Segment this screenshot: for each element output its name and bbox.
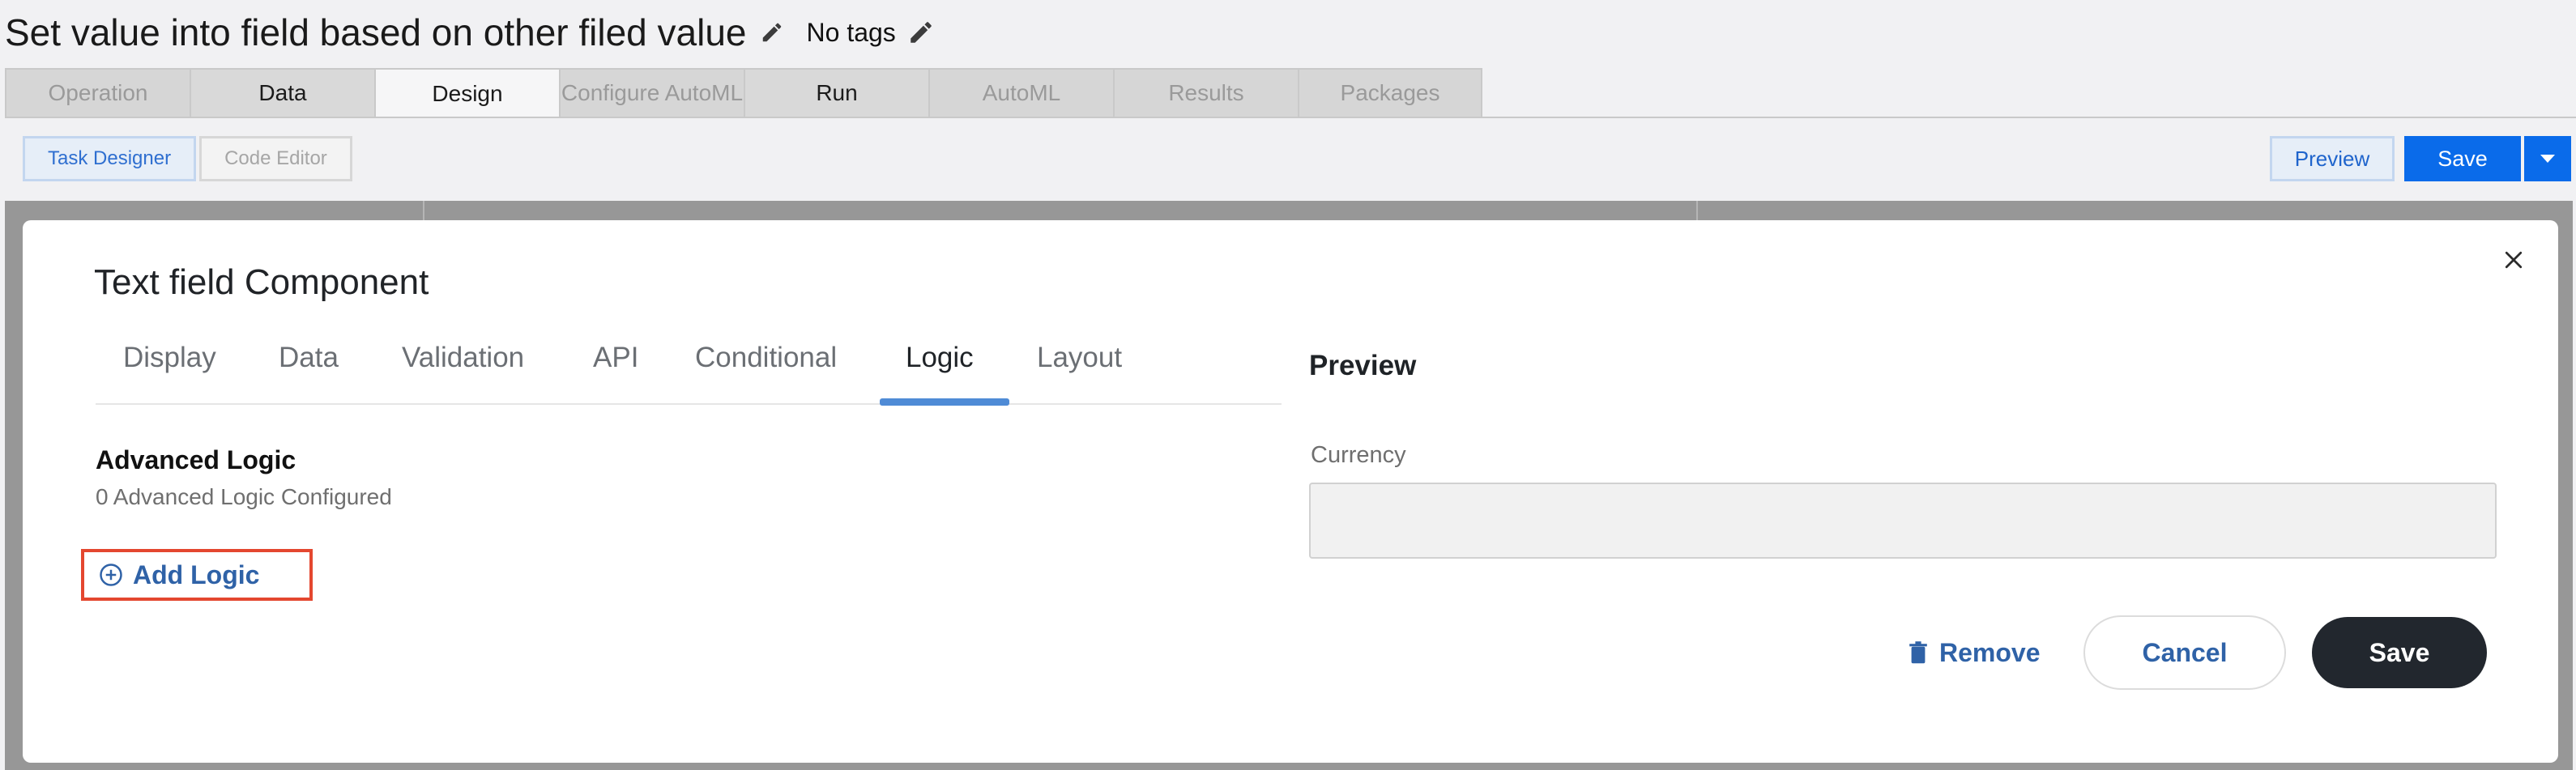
modal-title: Text field Component [94, 262, 429, 302]
preview-button[interactable]: Preview [2270, 136, 2395, 181]
designer-mode-toggle: Task Designer Code Editor [23, 136, 352, 181]
tab-operation: Operation [5, 68, 190, 118]
backdrop-divider [423, 201, 424, 220]
tabs-divider [5, 117, 2576, 118]
backdrop-divider [1696, 201, 1698, 220]
chevron-down-icon [2540, 155, 2555, 163]
tabs-divider [96, 403, 1282, 405]
trash-icon [1909, 640, 1928, 665]
main-tabs: Operation Data Design Configure AutoML R… [5, 68, 1482, 118]
tab-results: Results [1113, 68, 1298, 118]
close-icon[interactable] [2501, 248, 2526, 272]
tab-layout[interactable]: Layout [1037, 342, 1122, 374]
tab-automl: AutoML [928, 68, 1113, 118]
remove-button[interactable]: Remove [1909, 632, 2041, 674]
remove-label: Remove [1939, 637, 2041, 667]
add-logic-label: Add Logic [133, 559, 260, 589]
tab-data[interactable]: Data [279, 342, 339, 374]
currency-input[interactable] [1309, 483, 2497, 559]
tab-design[interactable]: Design [374, 68, 559, 118]
advanced-logic-count: 0 Advanced Logic Configured [96, 484, 392, 509]
tab-packages: Packages [1298, 68, 1482, 118]
tab-run[interactable]: Run [744, 68, 928, 118]
cancel-button[interactable]: Cancel [2083, 615, 2286, 690]
active-tab-indicator [880, 398, 1009, 406]
modal-save-button[interactable]: Save [2312, 617, 2487, 688]
tab-api[interactable]: API [593, 342, 638, 374]
tab-data[interactable]: Data [190, 68, 374, 118]
code-editor-button[interactable]: Code Editor [199, 136, 352, 181]
currency-label: Currency [1311, 442, 1406, 468]
add-logic-button[interactable]: Add Logic [81, 549, 313, 601]
plus-circle-icon [99, 563, 123, 587]
tab-logic[interactable]: Logic [906, 342, 974, 374]
edit-title-pencil-icon[interactable] [760, 20, 784, 45]
tab-validation[interactable]: Validation [402, 342, 524, 374]
page-header: Set value into field based on other file… [5, 8, 935, 57]
save-options-dropdown[interactable] [2524, 136, 2571, 181]
advanced-logic-heading: Advanced Logic [96, 445, 296, 474]
tab-conditional[interactable]: Conditional [695, 342, 837, 374]
tab-configure-automl: Configure AutoML [559, 68, 744, 118]
tab-display[interactable]: Display [123, 342, 216, 374]
tags-label: No tags [806, 17, 896, 47]
page-title: Set value into field based on other file… [5, 11, 747, 53]
preview-heading: Preview [1309, 350, 1417, 381]
save-button[interactable]: Save [2404, 136, 2521, 181]
task-designer-button[interactable]: Task Designer [23, 136, 197, 181]
edit-tags-pencil-icon[interactable] [907, 19, 935, 46]
